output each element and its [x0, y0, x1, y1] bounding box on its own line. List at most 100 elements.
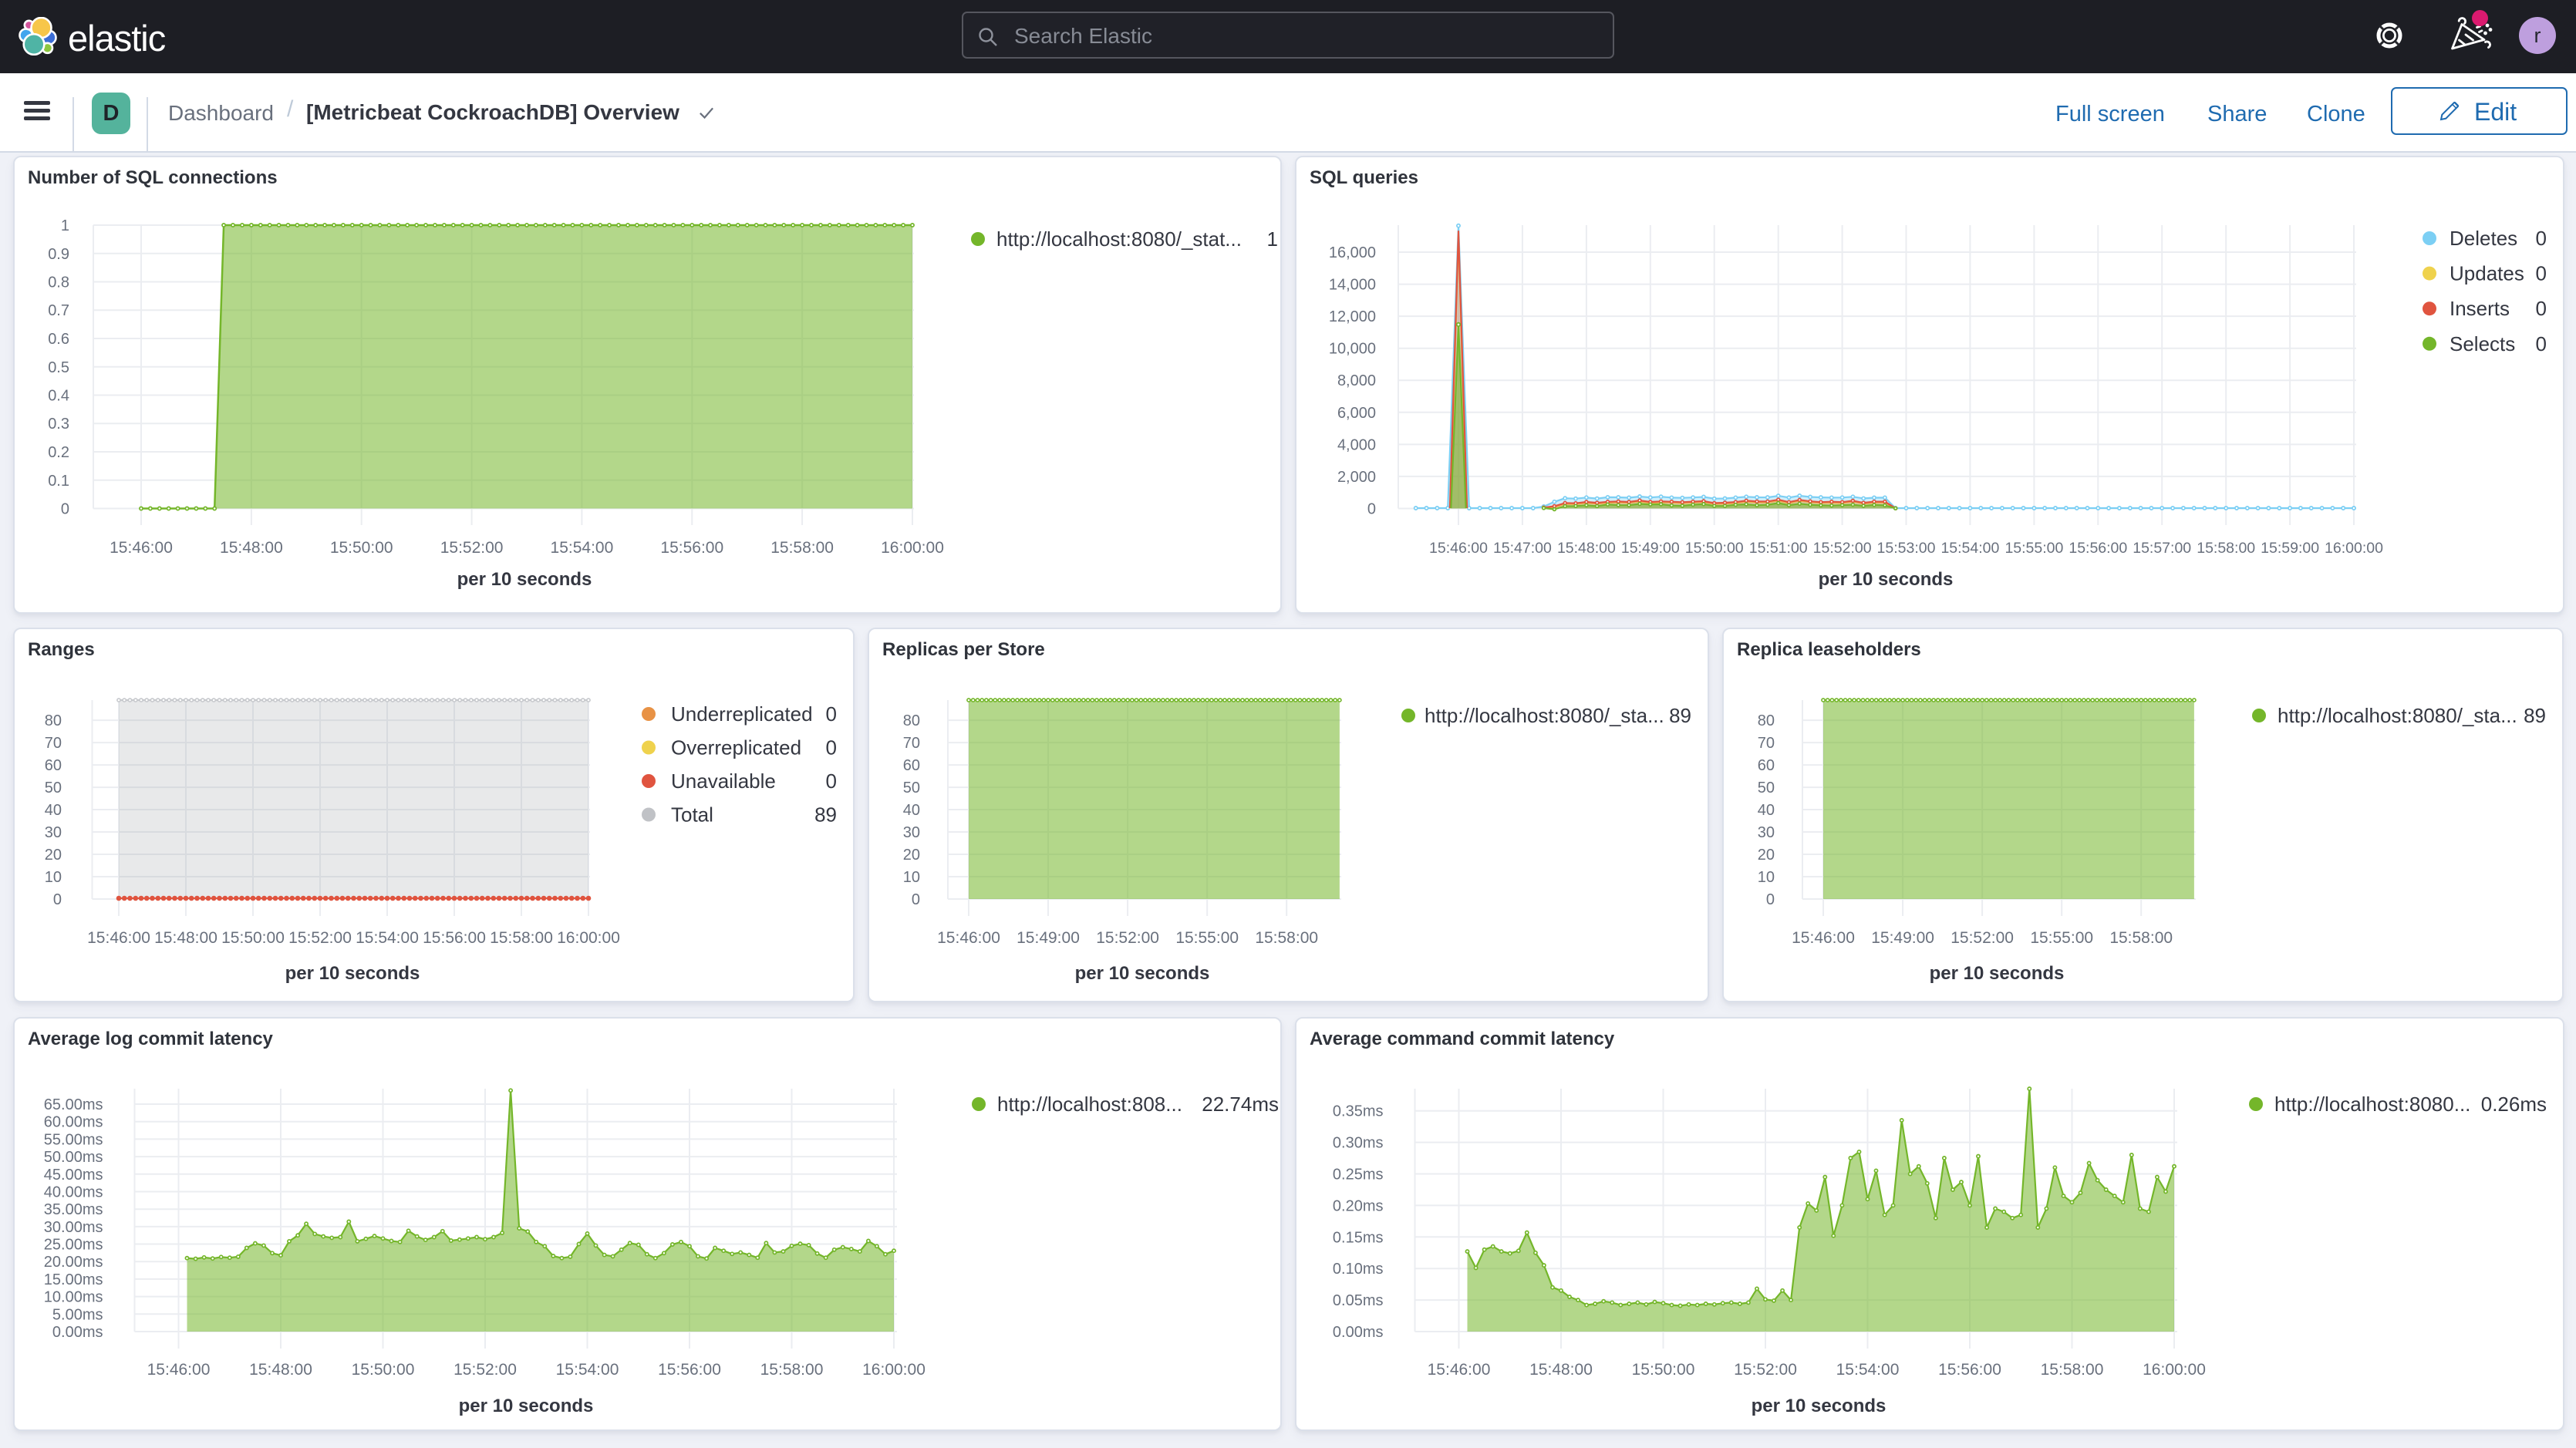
svg-text:Replica leaseholders: Replica leaseholders	[1737, 639, 1921, 660]
svg-text:1: 1	[1267, 227, 1278, 251]
svg-text:6,000: 6,000	[1337, 405, 1376, 422]
svg-text:0.00ms: 0.00ms	[1333, 1324, 1384, 1341]
svg-text:15:55:00: 15:55:00	[1175, 929, 1239, 947]
svg-text:0: 0	[1367, 501, 1376, 518]
svg-text:4,000: 4,000	[1337, 436, 1376, 453]
svg-text:20: 20	[903, 847, 920, 864]
svg-text:15:49:00: 15:49:00	[1871, 929, 1934, 947]
svg-text:per 10 seconds: per 10 seconds	[285, 963, 420, 984]
svg-text:70: 70	[1758, 735, 1775, 752]
svg-text:Updates: Updates	[2450, 262, 2524, 285]
svg-text:0.1: 0.1	[48, 473, 69, 490]
svg-text:30: 30	[903, 824, 920, 841]
svg-text:15:48:00: 15:48:00	[1557, 540, 1616, 557]
svg-text:10: 10	[45, 869, 62, 886]
svg-text:70: 70	[45, 735, 62, 752]
svg-text:Selects: Selects	[2450, 332, 2515, 355]
svg-text:15:52:00: 15:52:00	[440, 539, 504, 557]
svg-text:15:56:00: 15:56:00	[658, 1361, 721, 1379]
svg-text:50: 50	[903, 780, 920, 796]
svg-text:0: 0	[826, 702, 837, 726]
svg-text:Overreplicated: Overreplicated	[671, 736, 801, 759]
svg-text:15:58:00: 15:58:00	[2109, 929, 2173, 947]
svg-text:10: 10	[1758, 869, 1775, 886]
svg-text:Replicas per Store: Replicas per Store	[882, 639, 1045, 660]
svg-text:16:00:00: 16:00:00	[2325, 540, 2383, 557]
svg-text:0.25ms: 0.25ms	[1333, 1167, 1384, 1184]
svg-text:Deletes: Deletes	[2450, 227, 2517, 250]
svg-text:20: 20	[45, 847, 62, 864]
svg-text:http://localhost:8080/_sta...: http://localhost:8080/_sta...	[1425, 704, 1664, 727]
svg-text:15:50:00: 15:50:00	[1632, 1361, 1695, 1379]
svg-text:0: 0	[2536, 297, 2547, 320]
svg-text:0.7: 0.7	[48, 302, 69, 319]
svg-text:30: 30	[45, 824, 62, 841]
svg-text:16,000: 16,000	[1329, 244, 1376, 261]
svg-text:40: 40	[903, 802, 920, 819]
svg-text:15:55:00: 15:55:00	[2004, 540, 2063, 557]
svg-text:60: 60	[1758, 757, 1775, 774]
svg-text:65.00ms: 65.00ms	[44, 1096, 103, 1113]
svg-text:15:56:00: 15:56:00	[423, 929, 486, 947]
svg-text:15:58:00: 15:58:00	[2041, 1361, 2104, 1379]
svg-text:0.05ms: 0.05ms	[1333, 1292, 1384, 1309]
svg-text:15:50:00: 15:50:00	[352, 1361, 415, 1379]
svg-text:per 10 seconds: per 10 seconds	[1752, 1396, 1886, 1416]
svg-text:15:58:00: 15:58:00	[770, 539, 834, 557]
svg-text:15:54:00: 15:54:00	[1940, 540, 1999, 557]
svg-text:Average command commit latency: Average command commit latency	[1310, 1029, 1615, 1049]
svg-text:http://localhost:808...: http://localhost:808...	[997, 1093, 1182, 1116]
svg-text:15:58:00: 15:58:00	[1255, 929, 1318, 947]
svg-text:15:54:00: 15:54:00	[1836, 1361, 1900, 1379]
svg-text:80: 80	[1758, 712, 1775, 729]
svg-text:22.74ms: 22.74ms	[1202, 1093, 1279, 1116]
svg-text:0.6: 0.6	[48, 331, 69, 348]
svg-text:0.26ms: 0.26ms	[2481, 1093, 2547, 1116]
svg-text:15:54:00: 15:54:00	[556, 1361, 619, 1379]
svg-text:0.20ms: 0.20ms	[1333, 1197, 1384, 1214]
svg-text:Total: Total	[671, 803, 713, 827]
svg-text:15:50:00: 15:50:00	[330, 539, 393, 557]
svg-text:0.9: 0.9	[48, 246, 69, 263]
svg-text:50.00ms: 50.00ms	[44, 1149, 103, 1166]
svg-text:Average log commit latency: Average log commit latency	[28, 1029, 274, 1049]
svg-text:0: 0	[2536, 262, 2547, 285]
svg-text:15:48:00: 15:48:00	[154, 929, 217, 947]
svg-text:0: 0	[1766, 891, 1775, 908]
svg-text:10: 10	[903, 869, 920, 886]
svg-text:0.5: 0.5	[48, 359, 69, 376]
svg-text:0.8: 0.8	[48, 274, 69, 291]
svg-text:15:54:00: 15:54:00	[551, 539, 614, 557]
svg-text:Inserts: Inserts	[2450, 297, 2510, 320]
svg-text:80: 80	[903, 712, 920, 729]
svg-text:15:46:00: 15:46:00	[110, 539, 173, 557]
svg-text:60.00ms: 60.00ms	[44, 1114, 103, 1131]
svg-text:16:00:00: 16:00:00	[862, 1361, 926, 1379]
svg-text:15:47:00: 15:47:00	[1493, 540, 1552, 557]
svg-text:16:00:00: 16:00:00	[557, 929, 620, 947]
svg-text:55.00ms: 55.00ms	[44, 1131, 103, 1148]
svg-text:15:48:00: 15:48:00	[220, 539, 283, 557]
svg-text:15:46:00: 15:46:00	[1428, 1361, 1491, 1379]
svg-text:89: 89	[814, 803, 837, 827]
svg-text:15:49:00: 15:49:00	[1017, 929, 1080, 947]
svg-text:http://localhost:8080...: http://localhost:8080...	[2274, 1093, 2470, 1116]
svg-text:0: 0	[2536, 332, 2547, 355]
svg-text:15:58:00: 15:58:00	[2197, 540, 2255, 557]
svg-text:5.00ms: 5.00ms	[52, 1306, 103, 1323]
svg-text:0: 0	[826, 769, 837, 793]
svg-text:15:52:00: 15:52:00	[288, 929, 352, 947]
svg-text:15:56:00: 15:56:00	[1938, 1361, 2001, 1379]
svg-text:15:46:00: 15:46:00	[1792, 929, 1855, 947]
svg-text:Unavailable: Unavailable	[671, 769, 776, 793]
svg-text:0.10ms: 0.10ms	[1333, 1261, 1384, 1278]
svg-text:15:55:00: 15:55:00	[2030, 929, 2093, 947]
svg-text:http://localhost:8080/_stat...: http://localhost:8080/_stat...	[996, 227, 1242, 251]
svg-text:35.00ms: 35.00ms	[44, 1201, 103, 1218]
svg-text:0.00ms: 0.00ms	[52, 1324, 103, 1341]
svg-text:15:48:00: 15:48:00	[1529, 1361, 1593, 1379]
svg-text:15:52:00: 15:52:00	[1951, 929, 2014, 947]
svg-text:15:52:00: 15:52:00	[453, 1361, 517, 1379]
svg-text:15:52:00: 15:52:00	[1734, 1361, 1797, 1379]
svg-text:15:46:00: 15:46:00	[87, 929, 150, 947]
